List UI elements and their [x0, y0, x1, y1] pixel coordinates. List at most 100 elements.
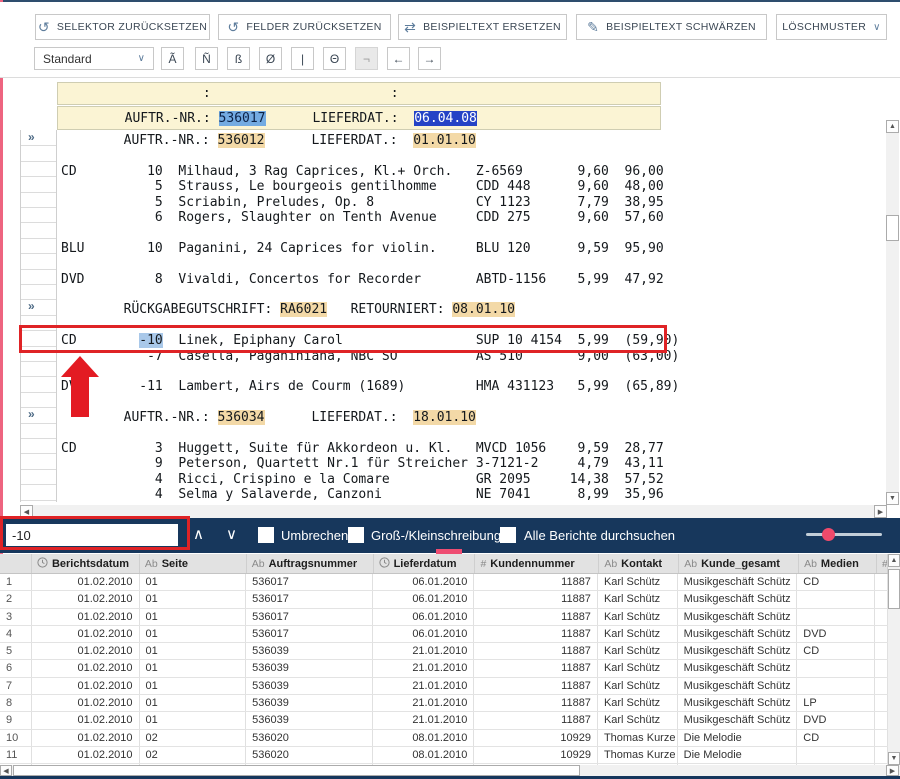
redact-sample-text-button[interactable]: ✎BEISPIELTEXT SCHWÄRZEN [576, 14, 767, 40]
style-select[interactable]: Standard∨ [34, 47, 154, 70]
special-char-button-8[interactable]: ← [387, 47, 410, 70]
search-option-checkbox-2[interactable] [348, 527, 364, 543]
report-line[interactable] [57, 287, 61, 302]
report-line[interactable]: 4 Selma y Salaverde, Canzoni NE 7041 8,9… [57, 487, 664, 502]
doc-vertical-scrollbar[interactable] [886, 133, 899, 505]
report-line[interactable]: CD 10 Milhaud, 3 Rag Caprices, Kl.+ Orch… [57, 164, 664, 179]
gutter-cell[interactable] [21, 469, 56, 485]
gutter-cell[interactable] [21, 269, 56, 285]
table-row[interactable]: 601.02.20100153603921.01.201011887Karl S… [0, 660, 888, 677]
gutter-cell[interactable] [21, 238, 56, 254]
special-char-button-4[interactable]: Ø [259, 47, 282, 70]
table-row[interactable]: 101.02.20100153601706.01.201011887Karl S… [0, 574, 888, 591]
report-line[interactable]: 9 Peterson, Quartett Nr.1 für Streicher … [57, 456, 664, 471]
report-line[interactable]: AUFTR.-NR.: 536034 LIEFERDAT.: 18.01.10 [57, 410, 476, 425]
report-line[interactable] [57, 395, 61, 410]
gutter-cell[interactable] [21, 130, 56, 146]
search-option-checkbox-1[interactable] [258, 527, 274, 543]
table-horizontal-scroll-thumb[interactable] [13, 765, 580, 776]
template-band[interactable]: : : [57, 82, 661, 105]
report-line[interactable]: CD -10 Linek, Epiphany Carol SUP 10 4154… [57, 333, 679, 348]
report-line[interactable] [57, 256, 61, 271]
report-line[interactable]: DVD 8 Vivaldi, Concertos for Recorder AB… [57, 272, 664, 287]
gutter-cell[interactable] [21, 192, 56, 208]
zoom-slider-handle[interactable] [822, 528, 835, 541]
special-char-button-9[interactable]: → [418, 47, 441, 70]
column-header-berichtsdatum[interactable]: Berichtsdatum [32, 554, 140, 573]
search-input[interactable] [6, 524, 178, 546]
gutter-cell[interactable] [21, 253, 56, 269]
special-char-button-5[interactable]: | [291, 47, 314, 70]
field-highlight[interactable]: 536012 [218, 133, 265, 148]
table-vertical-scroll-thumb[interactable] [888, 569, 900, 609]
table-row[interactable]: 201.02.20100153601706.01.201011887Karl S… [0, 591, 888, 608]
reset-fields-button[interactable]: ↺FELDER ZURÜCKSETZEN [218, 14, 391, 40]
column-header-lieferdatum[interactable]: Lieferdatum [374, 554, 476, 573]
field-highlight[interactable]: RA6021 [280, 302, 327, 317]
report-line[interactable] [57, 364, 61, 379]
report-line[interactable] [57, 148, 61, 163]
search-option-label[interactable]: Alle Berichte durchsuchen [524, 528, 675, 543]
column-header-kunde_gesamt[interactable]: AbKunde_gesamt [679, 554, 799, 573]
column-header-kontakt[interactable]: AbKontakt [599, 554, 679, 573]
zoom-slider-track[interactable] [806, 533, 882, 536]
gutter-cell[interactable] [21, 222, 56, 238]
doc-vertical-scroll-thumb[interactable] [886, 215, 899, 241]
report-line[interactable]: -7 Casella, Paganiniana, NBC SO AS 510 9… [57, 349, 679, 364]
search-option-label[interactable]: Umbrechen [281, 528, 348, 543]
column-header-kundennummer[interactable]: #Kundennummer [475, 554, 599, 573]
special-char-button-1[interactable]: Ã [161, 47, 184, 70]
table-row[interactable]: 901.02.20100153603921.01.201011887Karl S… [0, 712, 888, 729]
gutter-cell[interactable] [21, 407, 56, 423]
table-scroll-left-button[interactable]: ◀ [0, 765, 12, 776]
field-highlight[interactable]: 01.01.10 [413, 133, 476, 148]
gutter-cell[interactable] [21, 330, 56, 346]
table-row[interactable]: 1001.02.20100253602008.01.201010929Thoma… [0, 730, 888, 747]
gutter-cell[interactable] [21, 315, 56, 331]
table-row[interactable]: 701.02.20100153603921.01.201011887Karl S… [0, 678, 888, 695]
search-previous-button[interactable]: ∧ [193, 527, 204, 542]
column-header-extra[interactable]: # [877, 554, 888, 573]
doc-scroll-right-button[interactable]: ▶ [874, 505, 887, 518]
gutter-cell[interactable] [21, 346, 56, 362]
report-line[interactable]: 5 Scriabin, Preludes, Op. 8 CY 1123 7,79… [57, 195, 664, 210]
table-scroll-right-button[interactable]: ▶ [886, 765, 899, 776]
doc-scroll-up-button[interactable]: ▲ [886, 120, 899, 133]
gutter-cell[interactable] [21, 423, 56, 439]
field-highlight[interactable]: 08.01.10 [452, 302, 515, 317]
report-line[interactable]: BLU 10 Paganini, 24 Caprices for violin.… [57, 241, 664, 256]
table-row[interactable]: 501.02.20100153603921.01.201011887Karl S… [0, 643, 888, 660]
report-line[interactable] [57, 225, 61, 240]
table-row[interactable]: 401.02.20100153601706.01.201011887Karl S… [0, 626, 888, 643]
search-next-button[interactable]: ∨ [226, 527, 237, 542]
search-option-label[interactable]: Groß-/Kleinschreibung [371, 528, 501, 543]
special-char-button-2[interactable]: Ñ [195, 47, 218, 70]
search-option-checkbox-3[interactable] [500, 527, 516, 543]
trap-line-marker-icon[interactable]: » [28, 407, 35, 421]
table-row[interactable]: 301.02.20100153601706.01.201011887Karl S… [0, 609, 888, 626]
report-line[interactable] [57, 318, 61, 333]
gutter-cell[interactable] [21, 299, 56, 315]
report-line[interactable]: AUFTR.-NR.: 536012 LIEFERDAT.: 01.01.10 [57, 133, 476, 148]
gutter-cell[interactable] [21, 361, 56, 377]
delete-pattern-dropdown[interactable]: LÖSCHMUSTER∨ [776, 14, 887, 40]
report-line[interactable]: RÜCKGABEGUTSCHRIFT: RA6021 RETOURNIERT: … [57, 302, 515, 317]
column-header-medien[interactable]: AbMedien [799, 554, 877, 573]
gutter-cell[interactable] [21, 392, 56, 408]
gutter-cell[interactable] [21, 161, 56, 177]
report-line[interactable]: CD 3 Huggett, Suite für Akkordeon u. Kl.… [57, 441, 664, 456]
report-line[interactable]: 6 Rogers, Slaughter on Tenth Avenue CDD … [57, 210, 664, 225]
gutter-cell[interactable] [21, 284, 56, 300]
gutter-cell[interactable] [21, 438, 56, 454]
trap-line-marker-icon[interactable]: » [28, 130, 35, 144]
gutter-cell[interactable] [21, 176, 56, 192]
trapped-value[interactable]: 536017 [219, 111, 266, 126]
report-line[interactable]: DVD -11 Lambert, Airs de Courm (1689) HM… [57, 379, 679, 394]
gutter-cell[interactable] [21, 453, 56, 469]
replace-sample-text-button[interactable]: ⇄BEISPIELTEXT ERSETZEN [398, 14, 567, 40]
table-row[interactable]: 801.02.20100153603921.01.201011887Karl S… [0, 695, 888, 712]
report-line[interactable]: 5 Strauss, Le bourgeois gentilhomme CDD … [57, 179, 664, 194]
special-char-button-3[interactable]: ß [227, 47, 250, 70]
doc-scroll-down-button[interactable]: ▼ [886, 492, 899, 505]
trapped-value[interactable]: 06.04.08 [414, 111, 477, 126]
